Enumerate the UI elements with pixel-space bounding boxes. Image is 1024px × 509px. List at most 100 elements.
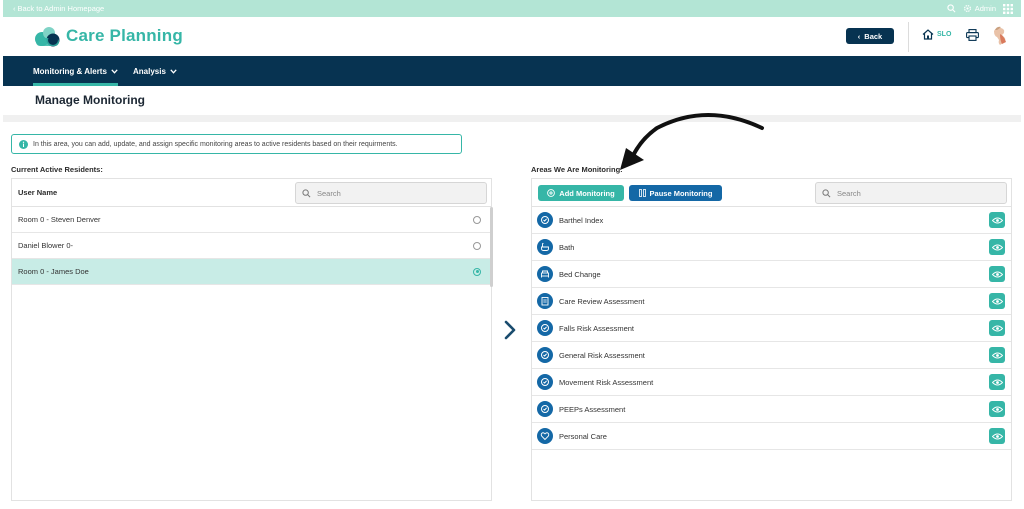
monitoring-area-row[interactable]: Movement Risk Assessment [532, 369, 1011, 396]
chevron-left-icon: ‹ [857, 31, 861, 41]
add-monitoring-button[interactable]: Add Monitoring [538, 185, 624, 201]
view-button[interactable] [989, 347, 1005, 363]
pause-icon [638, 189, 646, 197]
monitoring-area-row[interactable]: Personal Care [532, 423, 1011, 450]
resident-name: Daniel Blower 0- [18, 241, 74, 250]
residents-section-label: Current Active Residents: [11, 165, 103, 174]
plus-circle-icon [547, 189, 556, 197]
info-icon [19, 139, 28, 149]
search-placeholder: Search [317, 188, 341, 198]
search-icon [822, 188, 831, 197]
area-label: Barthel Index [559, 215, 604, 225]
monitoring-area-row[interactable]: Falls Risk Assessment [532, 315, 1011, 342]
monitoring-area-row[interactable]: PEEPs Assessment [532, 396, 1011, 423]
user-name-column-header: User Name [18, 188, 58, 197]
home-link[interactable]: SLO [922, 29, 951, 40]
view-button[interactable] [989, 293, 1005, 309]
back-button-label: Back [864, 31, 883, 41]
eye-icon [991, 271, 1003, 277]
apps-grid-icon[interactable] [1003, 3, 1013, 14]
resident-name: Room 0 - James Doe [18, 267, 89, 276]
nav-label: Analysis [133, 66, 166, 76]
nav-monitoring-alerts[interactable]: Monitoring & Alerts [33, 56, 118, 86]
home-label: SLO [937, 31, 952, 38]
residents-panel: User Name Search Room 0 - Steven Denver … [11, 178, 493, 501]
resident-radio[interactable] [473, 241, 481, 250]
chevron-down-icon [170, 68, 177, 74]
bath-icon [537, 239, 553, 255]
eye-icon [991, 433, 1003, 439]
admin-menu[interactable]: Admin [963, 4, 996, 13]
resident-row[interactable]: Room 0 - Steven Denver [12, 207, 490, 233]
view-button[interactable] [989, 374, 1005, 390]
resident-radio[interactable] [473, 267, 481, 276]
monitoring-section-label: Areas We Are Monitoring: [531, 165, 623, 174]
monitoring-area-row[interactable]: General Risk Assessment [532, 342, 1011, 369]
monitoring-search-input[interactable]: Search [815, 182, 1007, 204]
search-placeholder: Search [837, 188, 861, 198]
header-divider [908, 22, 909, 52]
user-avatar[interactable] [988, 24, 1012, 48]
view-button[interactable] [989, 266, 1005, 282]
care-planning-page: ‹ Back to Admin Homepage Admin Care Plan… [0, 0, 1024, 509]
eye-icon [991, 217, 1003, 223]
view-button[interactable] [989, 212, 1005, 228]
bed-icon [537, 266, 553, 282]
resident-radio[interactable] [473, 215, 481, 224]
chevron-right-icon[interactable] [503, 319, 517, 341]
resident-row-selected[interactable]: Room 0 - James Doe [12, 259, 490, 285]
view-button[interactable] [989, 428, 1005, 444]
back-to-admin-link[interactable]: ‹ Back to Admin Homepage [13, 4, 104, 13]
search-icon[interactable] [947, 4, 956, 13]
resident-row[interactable]: Daniel Blower 0- [12, 233, 490, 259]
view-button[interactable] [989, 320, 1005, 336]
assessment-icon [537, 374, 553, 390]
view-button[interactable] [989, 239, 1005, 255]
eye-icon [991, 325, 1003, 331]
residents-search-input[interactable]: Search [295, 182, 487, 204]
clipboard-icon [537, 293, 553, 309]
monitoring-area-row[interactable]: Barthel Index [532, 207, 1011, 234]
eye-icon [991, 352, 1003, 358]
care-planning-logo [35, 27, 60, 47]
assessment-icon [537, 212, 553, 228]
print-icon[interactable] [966, 29, 979, 41]
area-label: Care Review Assessment [559, 296, 645, 306]
eye-icon [991, 244, 1003, 250]
back-button[interactable]: ‹ Back [846, 28, 894, 44]
area-label: Bed Change [559, 269, 601, 279]
residents-panel-header: User Name Search [12, 179, 491, 207]
home-icon [922, 29, 934, 40]
monitoring-area-row[interactable]: Care Review Assessment [532, 288, 1011, 315]
chevron-left-icon: ‹ [13, 4, 16, 13]
annotation-arrow-icon [620, 113, 764, 170]
search-icon [302, 188, 311, 197]
gear-icon [963, 5, 971, 12]
info-banner: In this area, you can add, update, and a… [11, 134, 462, 154]
info-text: In this area, you can add, update, and a… [33, 140, 398, 148]
title-divider [3, 115, 1021, 122]
monitoring-panel: Add Monitoring Pause Monitoring Search B… [531, 178, 1012, 501]
chevron-down-icon [111, 68, 118, 74]
view-button[interactable] [989, 401, 1005, 417]
assessment-icon [537, 401, 553, 417]
area-label: PEEPs Assessment [559, 404, 626, 414]
pause-monitoring-button[interactable]: Pause Monitoring [629, 185, 722, 201]
area-label: Bath [559, 242, 575, 252]
add-monitoring-label: Add Monitoring [559, 188, 615, 198]
app-header: Care Planning ‹ Back SLO [3, 17, 1021, 56]
app-title: Care Planning [66, 26, 183, 45]
heart-icon [537, 428, 553, 444]
page-title: Manage Monitoring [35, 93, 145, 107]
residents-scrollbar[interactable] [490, 207, 493, 287]
eye-icon [991, 379, 1003, 385]
admin-label: Admin [974, 4, 996, 13]
eye-icon [991, 298, 1003, 304]
assessment-icon [537, 347, 553, 363]
nav-label: Monitoring & Alerts [33, 66, 107, 76]
area-label: General Risk Assessment [559, 350, 645, 360]
monitoring-area-row[interactable]: Bath [532, 234, 1011, 261]
monitoring-area-row[interactable]: Bed Change [532, 261, 1011, 288]
main-navigation: Monitoring & Alerts Analysis [3, 56, 1021, 86]
nav-analysis[interactable]: Analysis [133, 56, 177, 86]
